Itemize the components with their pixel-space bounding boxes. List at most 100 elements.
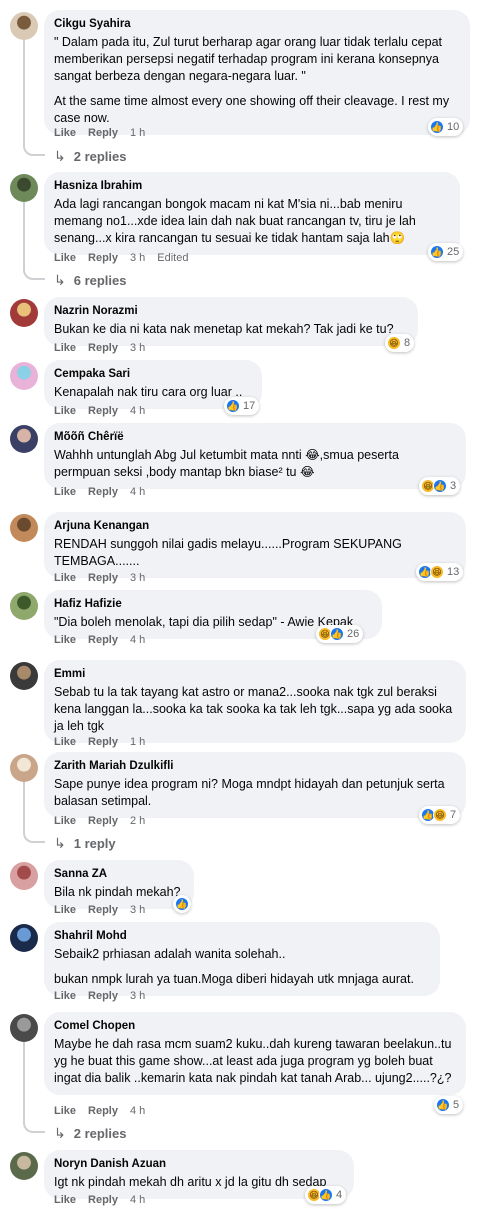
reaction-summary[interactable]: 👍 😆 13	[416, 563, 464, 581]
avatar[interactable]	[10, 924, 38, 952]
like-button[interactable]: Like	[54, 633, 76, 647]
reply-button[interactable]: Reply	[88, 814, 118, 828]
timestamp[interactable]: 4 h	[130, 485, 145, 499]
like-button[interactable]: Like	[54, 903, 76, 917]
reply-button[interactable]: Reply	[88, 485, 118, 499]
reaction-summary[interactable]: 👍	[173, 895, 191, 913]
reaction-summary[interactable]: 👍 10	[428, 118, 464, 136]
commenter-name[interactable]: Hasniza Ibrahim	[54, 179, 450, 193]
like-button[interactable]: Like	[54, 1104, 76, 1118]
timestamp[interactable]: 1 h	[130, 126, 145, 140]
comment-actions: Like Reply 3 h	[54, 571, 157, 585]
timestamp[interactable]: 4 h	[130, 1104, 145, 1118]
reaction-summary[interactable]: 👍 17	[224, 397, 260, 415]
avatar[interactable]	[10, 425, 38, 453]
replies-count-label: 1 reply	[73, 836, 116, 851]
timestamp[interactable]: 4 h	[130, 633, 145, 647]
avatar[interactable]	[10, 754, 38, 782]
avatar[interactable]	[10, 514, 38, 542]
thread-connector	[23, 780, 45, 843]
reply-button[interactable]: Reply	[88, 903, 118, 917]
commenter-name[interactable]: Cikgu Syahira	[54, 17, 460, 31]
commenter-name[interactable]: Hafiz Hafizie	[54, 597, 372, 611]
timestamp[interactable]: 1 h	[130, 735, 145, 749]
comment-bubble: Comel Chopen Maybe he dah rasa mcm suam2 …	[44, 1012, 466, 1095]
view-replies-link[interactable]: ↳ 6 replies	[54, 272, 127, 289]
comment-actions: Like Reply 4 h	[54, 485, 157, 499]
reaction-summary[interactable]: 😆 👍 26	[316, 625, 364, 643]
commenter-name[interactable]: Nazrin Norazmi	[54, 304, 408, 318]
avatar[interactable]	[10, 592, 38, 620]
reply-button[interactable]: Reply	[88, 251, 118, 265]
commenter-name[interactable]: Shahril Mohd	[54, 929, 430, 943]
timestamp[interactable]: 4 h	[130, 404, 145, 418]
reply-button[interactable]: Reply	[88, 404, 118, 418]
comment-text: " Dalam pada itu, Zul turut berharap aga…	[54, 35, 446, 83]
view-replies-link[interactable]: ↳ 2 replies	[54, 148, 127, 165]
commenter-name[interactable]: Arjuna Kenangan	[54, 519, 456, 533]
timestamp[interactable]: 3 h	[130, 341, 145, 355]
like-button[interactable]: Like	[54, 341, 76, 355]
like-button[interactable]: Like	[54, 814, 76, 828]
avatar[interactable]	[10, 862, 38, 890]
like-button[interactable]: Like	[54, 571, 76, 585]
timestamp[interactable]: 3 h	[130, 571, 145, 585]
comment-actions: Like Reply 3 h Edited	[54, 251, 200, 265]
reaction-count: 10	[447, 121, 460, 133]
avatar[interactable]	[10, 174, 38, 202]
view-replies-link[interactable]: ↳ 2 replies	[54, 1125, 127, 1142]
commenter-name[interactable]: Sanna ZA	[54, 867, 184, 881]
timestamp[interactable]: 3 h	[130, 903, 145, 917]
view-replies-link[interactable]: ↳ 1 reply	[54, 835, 116, 852]
like-button[interactable]: Like	[54, 735, 76, 749]
avatar[interactable]	[10, 1014, 38, 1042]
reply-button[interactable]: Reply	[88, 571, 118, 585]
avatar[interactable]	[10, 299, 38, 327]
timestamp[interactable]: 3 h	[130, 989, 145, 1003]
timestamp[interactable]: 2 h	[130, 814, 145, 828]
timestamp[interactable]: 4 h	[130, 1193, 145, 1207]
reply-button[interactable]: Reply	[88, 735, 118, 749]
replies-count-label: 2 replies	[73, 1126, 127, 1141]
commenter-name[interactable]: Cempaka Sari	[54, 367, 252, 381]
reply-button[interactable]: Reply	[88, 341, 118, 355]
comment-text: Bukan ke dia ni kata nak menetap kat mek…	[54, 322, 394, 336]
reaction-summary[interactable]: 😆 👍 4	[305, 1186, 347, 1204]
reaction-count: 25	[447, 246, 460, 258]
reply-button[interactable]: Reply	[88, 633, 118, 647]
comment-text: RENDAH sunggoh nilai gadis melayu......P…	[54, 537, 406, 568]
comment-actions: Like Reply 1 h	[54, 126, 157, 140]
reaction-summary[interactable]: 👍 25	[428, 243, 464, 261]
comment-bubble: Zarith Mariah Dzulkifli Sape punye idea p…	[44, 752, 466, 818]
comment-text: Sape punye idea program ni? Moga mndpt h…	[54, 777, 449, 808]
like-button[interactable]: Like	[54, 404, 76, 418]
like-reaction-icon: 👍	[436, 1098, 450, 1112]
like-button[interactable]: Like	[54, 1193, 76, 1207]
like-button[interactable]: Like	[54, 485, 76, 499]
commenter-name[interactable]: Emmi	[54, 667, 456, 681]
avatar[interactable]	[10, 12, 38, 40]
avatar[interactable]	[10, 1152, 38, 1180]
reaction-summary[interactable]: 😆 8	[385, 334, 415, 352]
reply-button[interactable]: Reply	[88, 1193, 118, 1207]
like-button[interactable]: Like	[54, 126, 76, 140]
comment-text: Bila nk pindah mekah?	[54, 885, 181, 899]
commenter-name[interactable]: Noryn Danish Azuan	[54, 1157, 344, 1171]
commenter-name[interactable]: Mõõñ Chêrïë	[54, 430, 456, 444]
like-button[interactable]: Like	[54, 251, 76, 265]
reply-arrow-icon: ↳	[54, 272, 66, 288]
reply-button[interactable]: Reply	[88, 1104, 118, 1118]
like-button[interactable]: Like	[54, 989, 76, 1003]
comment-bubble: Sanna ZA Bila nk pindah mekah?	[44, 860, 194, 909]
reaction-summary[interactable]: 👍 5	[434, 1096, 464, 1114]
edited-label[interactable]: Edited	[157, 251, 188, 265]
reply-button[interactable]: Reply	[88, 126, 118, 140]
timestamp[interactable]: 3 h	[130, 251, 145, 265]
avatar[interactable]	[10, 662, 38, 690]
reaction-summary[interactable]: 😆 👍 3	[419, 477, 461, 495]
reply-button[interactable]: Reply	[88, 989, 118, 1003]
commenter-name[interactable]: Zarith Mariah Dzulkifli	[54, 759, 456, 773]
reaction-summary[interactable]: 👍 😆 7	[419, 806, 461, 824]
commenter-name[interactable]: Comel Chopen	[54, 1019, 456, 1033]
avatar[interactable]	[10, 362, 38, 390]
